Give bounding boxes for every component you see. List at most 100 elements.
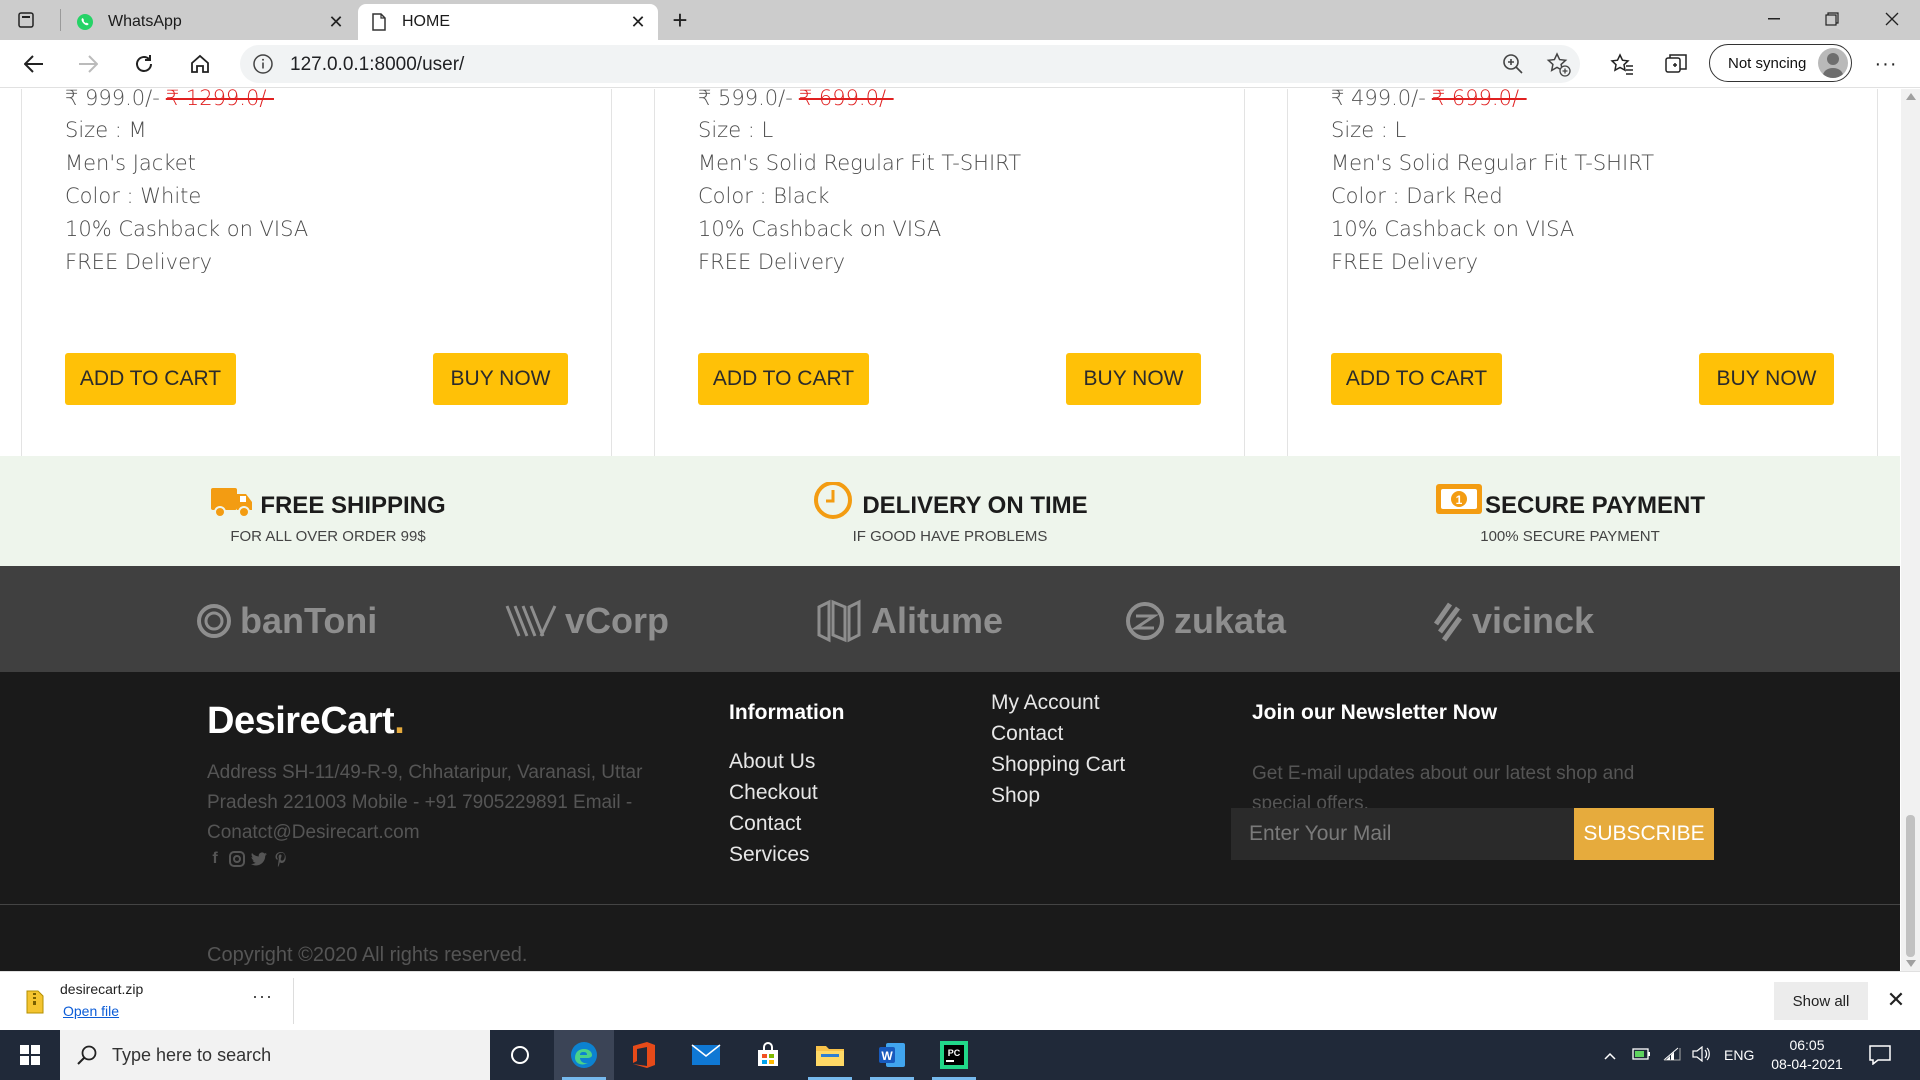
forward-arrow-icon[interactable]	[70, 48, 106, 80]
pycharm-icon[interactable]: PC	[924, 1030, 984, 1080]
add-to-cart-button[interactable]: ADD TO CART	[698, 353, 869, 405]
footer-link-services[interactable]: Services	[729, 843, 810, 867]
feature-subtitle: FOR ALL OVER ORDER 99$	[230, 528, 426, 545]
tab-home[interactable]: HOME ✕	[358, 4, 658, 40]
scroll-down-arrow-icon[interactable]	[1906, 960, 1916, 967]
chevron-up-icon[interactable]	[1600, 1047, 1620, 1063]
site-footer: DesireCart. Address SH-11/49-R-9, Chhata…	[0, 672, 1900, 971]
subscribe-button[interactable]: SUBSCRIBE	[1574, 808, 1714, 860]
brand-name: banToni	[240, 600, 378, 641]
pinterest-icon[interactable]	[273, 850, 289, 868]
product-delivery: FREE Delivery	[1331, 250, 1479, 274]
newsletter-heading: Join our Newsletter Now	[1252, 701, 1498, 724]
back-arrow-icon[interactable]	[16, 48, 52, 80]
whatsapp-icon	[74, 11, 96, 33]
restore-icon[interactable]	[1804, 0, 1860, 38]
product-offer: 10% Cashback on VISA	[65, 217, 309, 241]
battery-icon[interactable]	[1632, 1047, 1652, 1064]
language-indicator[interactable]: ENG	[1724, 1047, 1754, 1063]
favorites-icon[interactable]	[1604, 48, 1640, 80]
add-favorite-icon[interactable]	[1546, 52, 1572, 78]
windows-taskbar: Type here to search W PC ENG 06:05 08-04…	[0, 1030, 1920, 1080]
tab-actions-icon[interactable]	[14, 8, 38, 32]
page-scrollbar[interactable]	[1901, 89, 1920, 971]
url-text[interactable]: 127.0.0.1:8000/user/	[290, 54, 464, 76]
download-filename[interactable]: desirecart.zip	[60, 981, 143, 997]
settings-more-icon[interactable]: ···	[1870, 48, 1902, 80]
taskbar-clock[interactable]: 06:05 08-04-2021	[1752, 1036, 1862, 1074]
add-to-cart-button[interactable]: ADD TO CART	[1331, 353, 1502, 405]
profile-sync-button[interactable]: Not syncing	[1709, 44, 1852, 82]
refresh-icon[interactable]	[126, 48, 162, 80]
product-price: ₹ 599.0/- ₹ 699.0/-	[698, 89, 894, 110]
show-all-button[interactable]: Show all	[1774, 982, 1868, 1020]
product-size: Size : L	[698, 118, 774, 142]
mail-icon[interactable]	[676, 1030, 736, 1080]
edge-browser-icon[interactable]	[554, 1030, 614, 1080]
facebook-icon[interactable]: f	[207, 850, 223, 868]
close-tab-icon[interactable]: ✕	[624, 8, 652, 36]
store-icon[interactable]	[738, 1030, 798, 1080]
scroll-up-arrow-icon[interactable]	[1906, 93, 1916, 100]
zoom-icon[interactable]	[1502, 53, 1526, 77]
product-offer: 10% Cashback on VISA	[698, 217, 942, 241]
footer-link-contact-2[interactable]: Contact	[991, 722, 1063, 746]
close-window-icon[interactable]	[1864, 0, 1920, 38]
current-price: ₹ 599.0/-	[698, 89, 793, 110]
download-more-icon[interactable]: ···	[252, 986, 273, 1007]
close-tab-icon[interactable]: ✕	[322, 8, 350, 36]
footer-link-my-account[interactable]: My Account	[991, 691, 1100, 715]
home-icon[interactable]	[182, 48, 218, 80]
open-file-link[interactable]: Open file	[63, 1003, 119, 1019]
copyright-text: Copyright ©2020 All rights reserved.	[207, 944, 528, 966]
old-price: ₹ 699.0/-	[798, 89, 894, 110]
site-info-icon[interactable]	[252, 53, 274, 75]
close-download-bar-icon[interactable]: ✕	[1882, 986, 1910, 1014]
buy-now-button[interactable]: BUY NOW	[1066, 353, 1201, 405]
brand-logo-vcorp: vCorp	[505, 596, 669, 646]
footer-link-shop[interactable]: Shop	[991, 784, 1040, 808]
svg-text:1: 1	[1456, 493, 1463, 507]
word-icon[interactable]: W	[862, 1030, 922, 1080]
clock-date: 08-04-2021	[1771, 1056, 1843, 1072]
taskbar-search-box[interactable]: Type here to search	[60, 1030, 490, 1080]
feature-subtitle: 100% SECURE PAYMENT	[1480, 528, 1660, 545]
wifi-icon[interactable]	[1662, 1046, 1682, 1065]
tab-whatsapp[interactable]: WhatsApp ✕	[64, 4, 356, 40]
footer-logo[interactable]: DesireCart.	[207, 700, 405, 743]
brand-name: vCorp	[565, 600, 670, 641]
page-icon	[368, 11, 390, 33]
brand-name: vicinck	[1472, 600, 1595, 641]
volume-icon[interactable]	[1692, 1045, 1710, 1065]
buy-now-button[interactable]: BUY NOW	[433, 353, 568, 405]
footer-link-checkout[interactable]: Checkout	[729, 781, 818, 805]
new-tab-button[interactable]: +	[664, 5, 696, 35]
current-price: ₹ 999.0/-	[65, 89, 160, 110]
collections-icon[interactable]	[1658, 48, 1694, 80]
windows-start-icon[interactable]	[0, 1030, 60, 1080]
footer-link-about[interactable]: About Us	[729, 750, 815, 774]
feature-subtitle: IF GOOD HAVE PROBLEMS	[852, 528, 1048, 545]
footer-link-contact[interactable]: Contact	[729, 812, 801, 836]
minimize-icon[interactable]	[1746, 0, 1802, 38]
product-color: Color : Black	[698, 184, 830, 208]
footer-link-shopping-cart[interactable]: Shopping Cart	[991, 753, 1125, 777]
add-to-cart-button[interactable]: ADD TO CART	[65, 353, 236, 405]
address-bar[interactable]: 127.0.0.1:8000/user/	[240, 45, 1580, 83]
svg-text:W: W	[881, 1049, 893, 1063]
instagram-icon[interactable]	[229, 850, 245, 868]
buy-now-button[interactable]: BUY NOW	[1699, 353, 1834, 405]
search-icon	[76, 1044, 98, 1066]
scrollbar-thumb[interactable]	[1906, 815, 1915, 957]
twitter-icon[interactable]	[251, 850, 267, 868]
product-size: Size : L	[1331, 118, 1407, 142]
truck-icon	[210, 482, 253, 522]
footer-information-heading: Information	[729, 701, 845, 724]
file-explorer-icon[interactable]	[800, 1030, 860, 1080]
office-icon[interactable]	[614, 1030, 674, 1080]
notifications-icon[interactable]	[1852, 1030, 1908, 1080]
product-offer: 10% Cashback on VISA	[1331, 217, 1575, 241]
newsletter-email-input[interactable]	[1231, 808, 1574, 860]
page-viewport: ₹ 999.0/- ₹ 1299.0/- Size : M Men's Jacke…	[0, 89, 1900, 971]
task-view-icon[interactable]	[490, 1030, 550, 1080]
